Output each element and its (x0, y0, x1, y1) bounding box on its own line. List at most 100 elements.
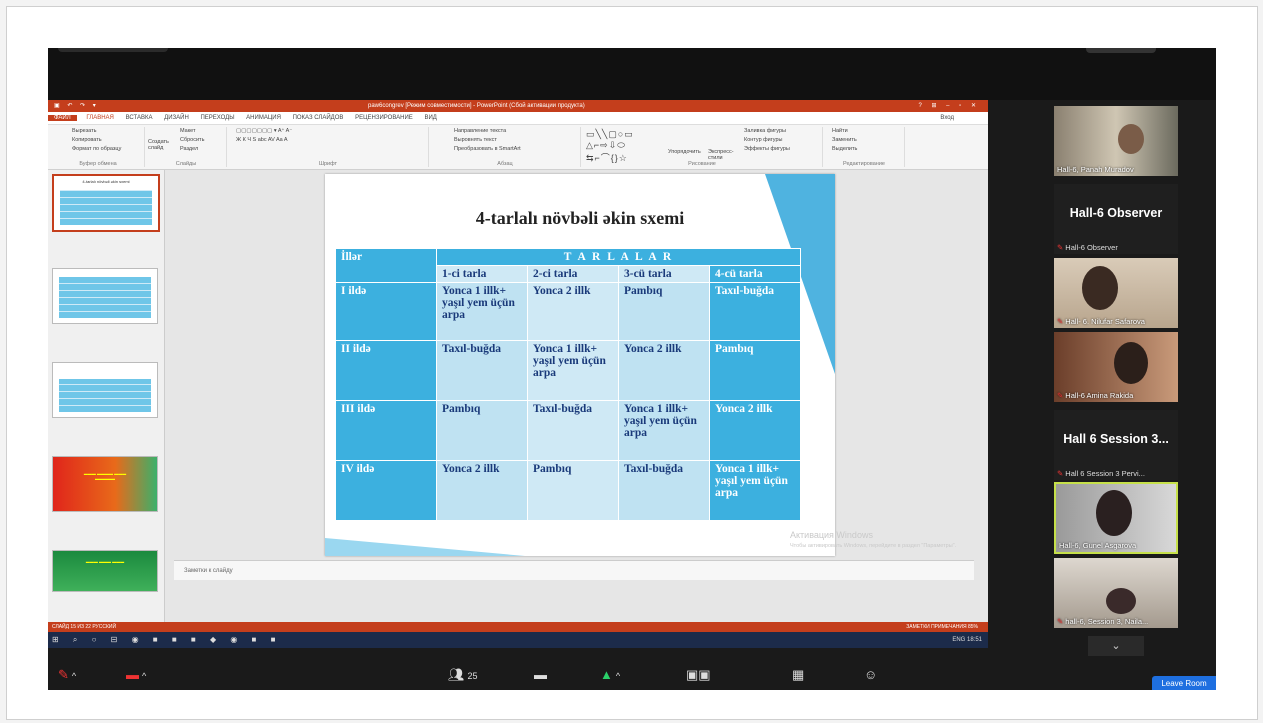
shapes-gallery[interactable]: ▭╲╲▢○▭ △⌐⇨⇩⬭ ⇆⌐⌒{}☆ (586, 129, 634, 164)
format-painter-button[interactable]: Формат по образцу (72, 145, 144, 154)
document-title: paw6congrev [Режим совместимости] - Powe… (368, 103, 585, 109)
thumbnail-closing-text: ▬▬▬ ▬▬▬ ▬▬▬ (85, 559, 125, 564)
years-header: İllər (335, 248, 437, 283)
avatar (1082, 266, 1118, 310)
zoom-top-bar (48, 48, 1216, 100)
table-cell: Yonca 2 illk (436, 460, 528, 521)
editing-group-label: Редактирование (843, 161, 885, 167)
participant-name-tile[interactable]: Hall-6 Observer ✎ Hall-6 Observer (1054, 184, 1178, 254)
current-slide[interactable]: 4-tarlalı növbəli əkin sxemi İllər T A R… (325, 174, 835, 556)
table-cell: Taxıl-buğda (527, 400, 619, 461)
slide-notes-pane[interactable]: Заметки к слайду (174, 560, 974, 580)
layout-button[interactable]: Макет (180, 127, 226, 136)
avatar (1106, 588, 1136, 614)
leave-room-button[interactable]: Leave Room (1152, 676, 1216, 690)
table-cell: Yonca 1 illk+ yaşıl yem üçün arpa (618, 400, 710, 461)
table-cell: Yonca 1 illk+ yaşıl yem üçün arpa (436, 282, 528, 341)
chevron-down-icon[interactable]: ⌄ (1088, 636, 1144, 656)
quick-access-toolbar[interactable]: ▣ ↶ ↷ ▾ (54, 100, 99, 112)
table-row: II ildə Taxıl-buğda Yonca 1 illk+ yaşıl … (335, 340, 801, 401)
clipboard-group: Вырезать Копировать Формат по образцу Бу… (52, 127, 145, 167)
view-indicator[interactable] (58, 48, 168, 52)
participant-video[interactable]: ✎ hall-6, Session 3, Naila... (1054, 558, 1178, 628)
table-cell: Yonca 2 illk (618, 340, 710, 401)
slide-thumbnail[interactable]: ▬▬▬ ▬▬▬ ▬▬▬ (52, 550, 158, 592)
participant-display-name: Hall-6 Observer (1069, 206, 1163, 220)
select-button[interactable]: Выделить (832, 145, 904, 154)
copy-button[interactable]: Копировать (72, 136, 144, 145)
participant-name-tile[interactable]: Hall 6 Session 3... ✎ Hall 6 Session 3 Pe… (1054, 410, 1178, 480)
drawing-group-label: Рисование (688, 161, 716, 167)
table-cell: Pambıq (618, 282, 710, 341)
view-switch[interactable] (1086, 48, 1156, 53)
login-link[interactable]: Вход (940, 112, 954, 124)
cut-button[interactable]: Вырезать (72, 127, 144, 136)
tab-slideshow[interactable]: ПОКАЗ СЛАЙДОВ (293, 115, 344, 121)
share-screen-icon[interactable]: ▲ ^ (600, 666, 620, 684)
record-icon[interactable]: ▣▣ (686, 666, 711, 684)
tab-file[interactable]: ФАЙЛ (48, 115, 77, 121)
tab-home[interactable]: ГЛАВНАЯ (86, 115, 114, 121)
participant-video[interactable]: Hall-6, Panah Muradov (1054, 106, 1178, 176)
stop-video-icon[interactable]: ▬ ^ (126, 666, 146, 684)
quick-styles-button[interactable]: Экспресс-стили (708, 149, 738, 161)
tab-view[interactable]: ВИД (424, 115, 436, 121)
font-format-buttons[interactable]: Ж К Ч S abc AV Aa A (236, 136, 428, 145)
participants-button[interactable]: 👥︎ 25 (448, 666, 478, 684)
year-cell: I ildə (335, 282, 437, 341)
text-direction-button[interactable]: Направление текста (454, 127, 580, 136)
arrange-button[interactable]: Упорядочить (668, 149, 701, 155)
reset-button[interactable]: Сбросить (180, 136, 226, 145)
system-tray-clock[interactable]: ENG 18:51 (952, 632, 982, 648)
reactions-icon[interactable]: ☺ (864, 666, 877, 684)
slide-thumbnail[interactable] (52, 362, 158, 418)
slides-group-label: Слайды (175, 161, 197, 167)
slide-thumbnail[interactable]: 4-tarlalı növbəli əkin sxemi (52, 174, 160, 232)
slide-thumbnail[interactable]: ▬▬▬ ▬▬▬▬ ▬▬▬ ▬▬▬▬▬ (52, 456, 158, 512)
status-controls[interactable]: ЗАМЕТКИ ПРИМЕЧАНИЯ 85% (906, 622, 978, 632)
section-button[interactable]: Раздел (180, 145, 226, 154)
tab-transitions[interactable]: ПЕРЕХОДЫ (200, 115, 234, 121)
replace-button[interactable]: Заменить (832, 136, 904, 145)
participant-name: ✎ hall-6, Session 3, Naila... (1057, 617, 1149, 626)
tab-design[interactable]: ДИЗАЙН (164, 115, 189, 121)
table-row: III ildə Pambıq Taxıl-buğda Yonca 1 illk… (335, 400, 801, 461)
font-controls[interactable]: ▢▢▢▢▢▢▢ ▾ A⁺ A⁻ (236, 127, 428, 136)
chat-icon[interactable]: ▬ (534, 666, 547, 684)
tab-review[interactable]: РЕЦЕНЗИРОВАНИЕ (355, 115, 413, 121)
paragraph-group: Направление текста Выровнять текст Преоб… (430, 127, 581, 167)
slide-thumbnail[interactable] (52, 268, 158, 324)
ribbon-tabs: ФАЙЛ ГЛАВНАЯ ВСТАВКА ДИЗАЙН ПЕРЕХОДЫ АНИ… (48, 112, 988, 125)
find-button[interactable]: Найти (832, 127, 904, 136)
crop-rotation-table: İllər T A R L A L A R 1-ci tarla 2-ci ta… (335, 248, 801, 521)
table-cell: Pambıq (709, 340, 801, 401)
smartart-button[interactable]: Преобразовать в SmartArt (454, 145, 580, 154)
slide-decoration-bottom (325, 538, 525, 556)
editing-group: Найти Заменить Выделить Редактирование (824, 127, 905, 167)
column-header: 4-cü tarla (709, 265, 801, 283)
font-group: ▢▢▢▢▢▢▢ ▾ A⁺ A⁻ Ж К Ч S abc AV Aa A Шриф… (228, 127, 429, 167)
window-controls[interactable]: ? ⊞ – ▫ ✕ (918, 100, 980, 112)
ppt-status-bar: СЛАЙД 15 ИЗ 22 РУССКИЙ ЗАМЕТКИ ПРИМЕЧАНИ… (48, 622, 988, 632)
slide-editor: 4-tarlalı növbəli əkin sxemi İllər T A R… (174, 170, 974, 622)
windows-activation-watermark: Активация Windows Чтобы активировать Win… (790, 530, 956, 552)
shape-effects-button[interactable]: Эффекты фигуры (744, 145, 790, 154)
active-speaker-video[interactable]: Hall-6, Gunel Asgarova (1054, 482, 1178, 554)
mute-mic-icon[interactable]: ✎ ^ (58, 666, 76, 684)
table-cell: Taxıl-buğda (618, 460, 710, 521)
table-cell: Pambıq (527, 460, 619, 521)
tab-insert[interactable]: ВСТАВКА (126, 115, 153, 121)
participant-name: ✎ Hall-6 Observer (1057, 243, 1118, 252)
shape-fill-button[interactable]: Заливка фигуры (744, 127, 790, 136)
participants-icon: 👥︎ (448, 667, 465, 682)
clipboard-group-label: Буфер обмена (79, 161, 117, 167)
new-slide-button[interactable]: Создать слайд (148, 139, 178, 151)
participant-video[interactable]: ✎ Hall- 6. Nilufar Safarova (1054, 258, 1178, 328)
shape-outline-button[interactable]: Контур фигуры (744, 136, 790, 145)
breakout-rooms-icon[interactable]: ▦ (792, 666, 804, 684)
align-text-button[interactable]: Выровнять текст (454, 136, 580, 145)
participant-video[interactable]: ✎ Hall-6 Amina Rakida (1054, 332, 1178, 402)
table-cell: Pambıq (436, 400, 528, 461)
taskbar-apps[interactable]: ⊞ ⌕ ○ ⊟ ◉ ■ ■ ■ ◆ ◉ ■ ■ (52, 632, 281, 648)
tab-animation[interactable]: АНИМАЦИЯ (246, 115, 281, 121)
